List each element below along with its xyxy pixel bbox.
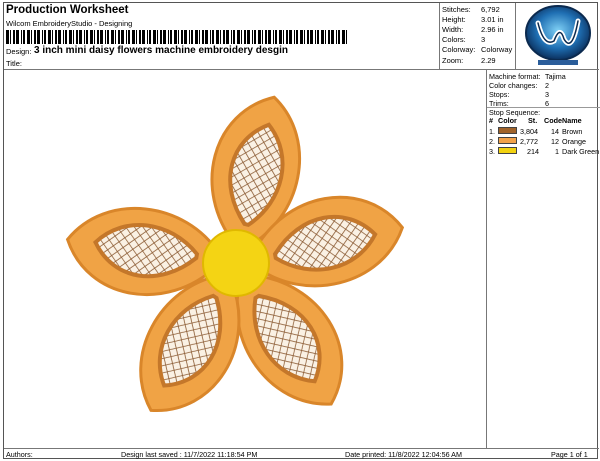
stat-colors: Colors: 3 [442, 35, 486, 44]
production-worksheet: Production Worksheet Wilcom EmbroiderySt… [3, 2, 600, 460]
flower-center [202, 229, 270, 297]
stop-row: 3. 214 1 Dark Green [489, 147, 600, 156]
stat-zoom: Zoom: 2.29 [442, 56, 496, 65]
title-label: Title: [6, 59, 22, 68]
barcode [6, 30, 347, 44]
machine-info-panel: Machine format: Tajima Color changes: 2 St… [486, 70, 600, 448]
color-swatch-yellow [498, 147, 517, 154]
daisy-flower-artwork [65, 95, 405, 412]
authors-label: Authors: [6, 450, 33, 459]
color-changes: Color changes: 2 [489, 81, 549, 90]
design-name: 3 inch mini daisy flowers machine embroi… [34, 45, 288, 56]
page-title: Production Worksheet [6, 4, 129, 16]
color-swatch-orange [498, 137, 517, 144]
stat-width: Width: 2.96 in [442, 25, 504, 34]
stat-stitches: Stitches: 6,792 [442, 5, 500, 14]
stop-row: 2. 2,772 12 Orange [489, 137, 586, 146]
design-stats: Stitches: 6,792 Height: 3.01 in Width: 2.96… [439, 3, 516, 69]
design-preview [4, 70, 486, 448]
stops: Stops: 3 [489, 90, 549, 99]
last-saved: Design last saved : 11/7/2022 11:18:54 P… [121, 450, 258, 459]
stat-height: Height: 3.01 in [442, 15, 504, 24]
logo [515, 3, 599, 69]
design-label: Design: [6, 47, 32, 56]
machine-format: Machine format: Tajima [489, 72, 566, 81]
footer: Authors: Design last saved : 11/7/2022 1… [4, 449, 599, 460]
logo-emblem [525, 5, 591, 65]
page-number: Page 1 of 1 [551, 450, 588, 459]
stat-colorway: Colorway: Colorway 1 [442, 45, 516, 54]
color-swatch-brown [498, 127, 517, 134]
stop-row: 1. 3,804 14 Brown [489, 127, 583, 136]
header-info: Production Worksheet Wilcom EmbroiderySt… [4, 3, 439, 69]
date-printed: Date printed: 11/8/2022 12:04:56 AM [345, 450, 462, 459]
software-name: Wilcom EmbroideryStudio - Designing [6, 19, 133, 28]
